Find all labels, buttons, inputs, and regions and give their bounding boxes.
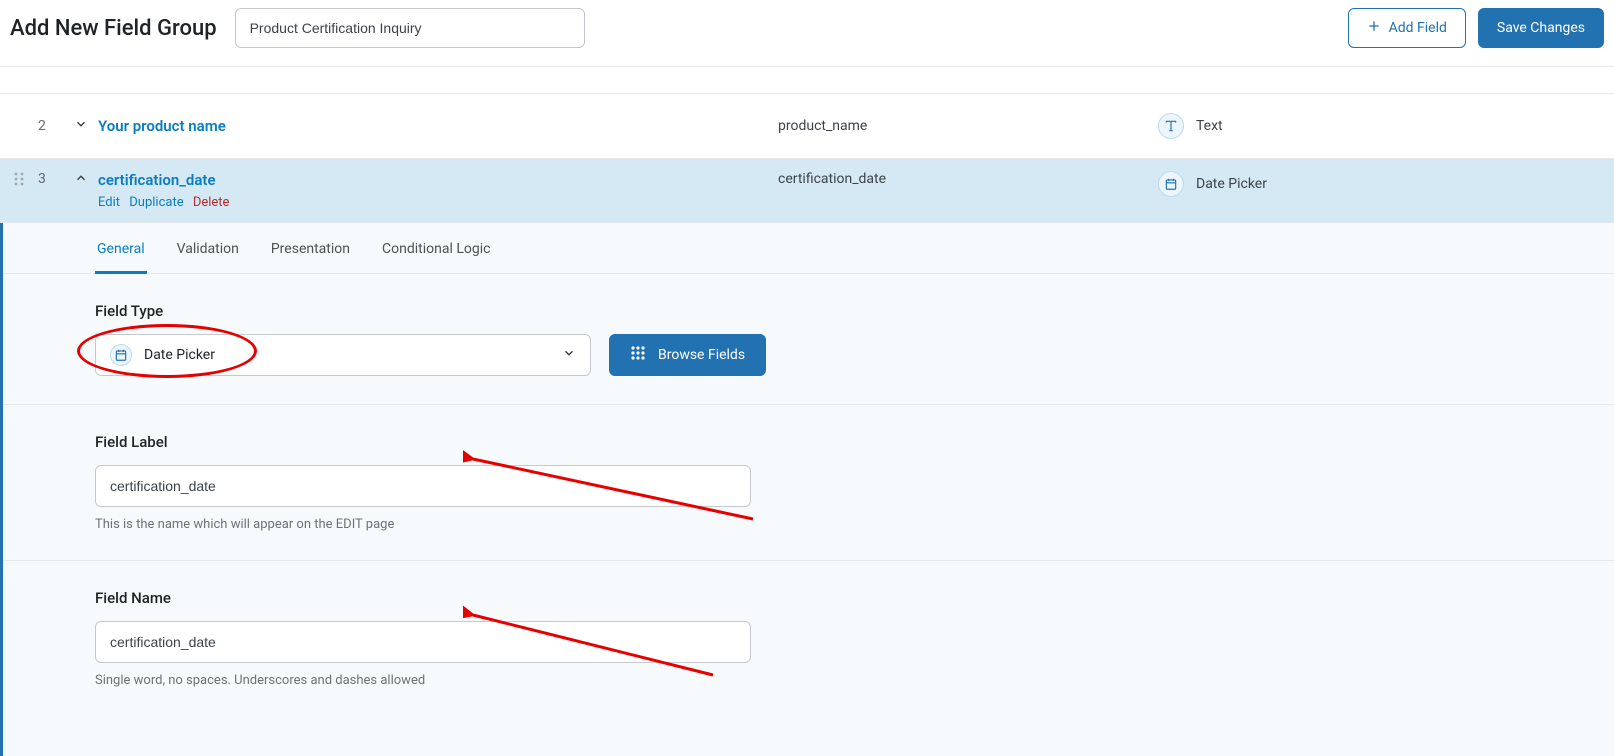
section-field-label: Field Label This is the name which will … — [3, 405, 1614, 561]
field-row[interactable]: 3 certification_date Edit Duplicate Dele… — [0, 158, 1614, 222]
row-type-label: Text — [1196, 118, 1223, 134]
calendar-icon — [1158, 171, 1184, 197]
field-type-select[interactable]: Date Picker — [95, 334, 591, 376]
group-name-input[interactable] — [235, 8, 585, 48]
row-label-col: certification_date Edit Duplicate Delete — [98, 171, 778, 210]
chevron-up-icon — [74, 171, 88, 189]
grid-icon — [630, 345, 646, 365]
save-changes-label: Save Changes — [1497, 20, 1585, 36]
add-field-button[interactable]: Add Field — [1348, 8, 1466, 48]
field-type-value: Date Picker — [144, 347, 215, 363]
delete-action[interactable]: Delete — [193, 195, 230, 210]
expand-toggle[interactable] — [64, 117, 98, 135]
page-header: Add New Field Group Add Field Save Chang… — [0, 0, 1614, 67]
browse-fields-button[interactable]: Browse Fields — [609, 334, 766, 376]
plus-icon — [1367, 19, 1381, 37]
row-label[interactable]: Your product name — [98, 117, 226, 135]
field-name-hint: Single word, no spaces. Underscores and … — [95, 673, 1614, 688]
row-number: 2 — [38, 118, 64, 134]
row-type: Date Picker — [1158, 171, 1614, 197]
calendar-icon — [110, 344, 132, 366]
row-type: Text — [1158, 113, 1614, 139]
drag-handle-icon[interactable] — [0, 171, 38, 187]
chevron-down-icon — [74, 117, 88, 135]
text-icon — [1158, 113, 1184, 139]
field-label-input[interactable] — [95, 465, 751, 507]
collapse-toggle[interactable] — [64, 171, 98, 189]
page-title: Add New Field Group — [10, 16, 217, 41]
field-editor: General Validation Presentation Conditio… — [0, 223, 1614, 756]
field-type-label: Field Type — [95, 302, 1614, 320]
editor-tabs: General Validation Presentation Conditio… — [3, 223, 1614, 274]
field-label-label: Field Label — [95, 433, 1614, 451]
row-type-label: Date Picker — [1196, 176, 1267, 192]
row-label-col: Your product name — [98, 117, 778, 135]
edit-action[interactable]: Edit — [98, 195, 120, 210]
add-field-label: Add Field — [1389, 20, 1447, 36]
row-number: 3 — [38, 171, 64, 187]
chevron-down-icon — [562, 346, 576, 364]
field-name-label: Field Name — [95, 589, 1614, 607]
row-label[interactable]: certification_date — [98, 171, 778, 189]
tab-validation[interactable]: Validation — [175, 241, 241, 274]
field-rows: 2 Your product name product_name Text — [0, 93, 1614, 223]
duplicate-action[interactable]: Duplicate — [129, 195, 183, 210]
tab-conditional-logic[interactable]: Conditional Logic — [380, 241, 492, 274]
field-name-input[interactable] — [95, 621, 751, 663]
browse-fields-label: Browse Fields — [658, 347, 745, 363]
row-name: certification_date — [778, 171, 1158, 187]
save-changes-button[interactable]: Save Changes — [1478, 8, 1604, 48]
tab-presentation[interactable]: Presentation — [269, 241, 352, 274]
field-row[interactable]: 2 Your product name product_name Text — [0, 94, 1614, 158]
row-name: product_name — [778, 118, 1158, 134]
tab-general[interactable]: General — [95, 241, 147, 274]
field-label-hint: This is the name which will appear on th… — [95, 517, 1614, 532]
row-actions: Edit Duplicate Delete — [98, 195, 778, 210]
section-field-type: Field Type Date Picker — [3, 274, 1614, 405]
section-field-name: Field Name Single word, no spaces. Under… — [3, 561, 1614, 716]
